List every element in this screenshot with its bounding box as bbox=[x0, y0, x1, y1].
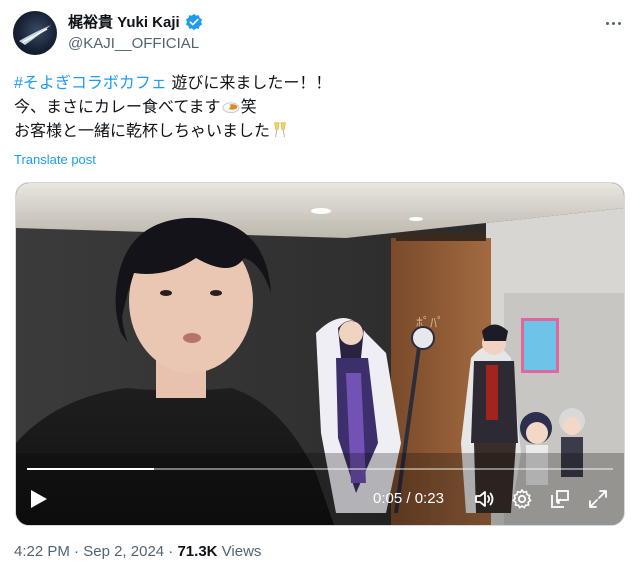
more-icon[interactable] bbox=[602, 12, 624, 34]
tweet-meta: 4:22 PM · Sep 2, 2024 · 71.3K Views bbox=[14, 543, 261, 560]
views-label: Views bbox=[217, 543, 262, 560]
tweet-text: #そよぎコラボカフェ 遊びに来ましたー！！ 今、まさにカレー食べてます 笑 お客… bbox=[14, 72, 614, 144]
settings-icon[interactable] bbox=[510, 487, 534, 511]
tweet-time[interactable]: 4:22 PM bbox=[14, 543, 70, 560]
tweet-line-1: #そよぎコラボカフェ 遊びに来ましたー！！ bbox=[14, 72, 614, 96]
video-time: 0:05 / 0:23 bbox=[373, 490, 444, 507]
avatar[interactable] bbox=[13, 11, 57, 55]
fullscreen-icon[interactable] bbox=[586, 487, 610, 511]
video-time-separator: / bbox=[402, 490, 415, 507]
video-progress-bar[interactable] bbox=[27, 468, 613, 470]
video-player[interactable]: ﾎﾟﾊﾟ 0:05 / 0:23 bbox=[15, 182, 625, 526]
author-handle[interactable]: @KAJI__OFFICIAL bbox=[68, 35, 199, 52]
tweet-line-2-suffix: 笑 bbox=[240, 99, 257, 116]
tweet-date[interactable]: Sep 2, 2024 bbox=[83, 543, 164, 560]
video-time-total: 0:23 bbox=[414, 490, 444, 507]
tweet-line-1-text: 遊びに来ましたー！！ bbox=[166, 75, 332, 92]
pip-icon[interactable] bbox=[548, 487, 572, 511]
video-frame: ﾎﾟﾊﾟ bbox=[16, 183, 624, 525]
hashtag-link[interactable]: #そよぎコラボカフェ bbox=[14, 75, 167, 92]
author-name-row[interactable]: 梶裕貴 Yuki Kaji bbox=[68, 11, 203, 32]
champagne-emoji-icon bbox=[274, 122, 286, 138]
play-icon[interactable] bbox=[28, 487, 50, 511]
tweet-line-3-text: お客様と一緒に乾杯しちゃいました bbox=[14, 123, 271, 140]
tweet-line-2: 今、まさにカレー食べてます 笑 bbox=[14, 96, 614, 120]
meta-separator: · bbox=[69, 543, 84, 560]
verified-badge-icon bbox=[185, 13, 202, 30]
views-count: 71.3K bbox=[177, 543, 218, 560]
translate-post-link[interactable]: Translate post bbox=[14, 152, 96, 167]
author-display-name[interactable]: 梶裕貴 Yuki Kaji bbox=[68, 11, 180, 32]
video-progress-fill bbox=[27, 468, 155, 470]
volume-icon[interactable] bbox=[472, 487, 496, 511]
curry-emoji-icon bbox=[222, 102, 240, 114]
meta-separator: · bbox=[164, 543, 178, 560]
tweet-line-3: お客様と一緒に乾杯しちゃいました bbox=[14, 120, 614, 144]
tweet-line-2-text: 今、まさにカレー食べてます bbox=[14, 99, 221, 116]
video-time-current: 0:05 bbox=[373, 490, 403, 507]
